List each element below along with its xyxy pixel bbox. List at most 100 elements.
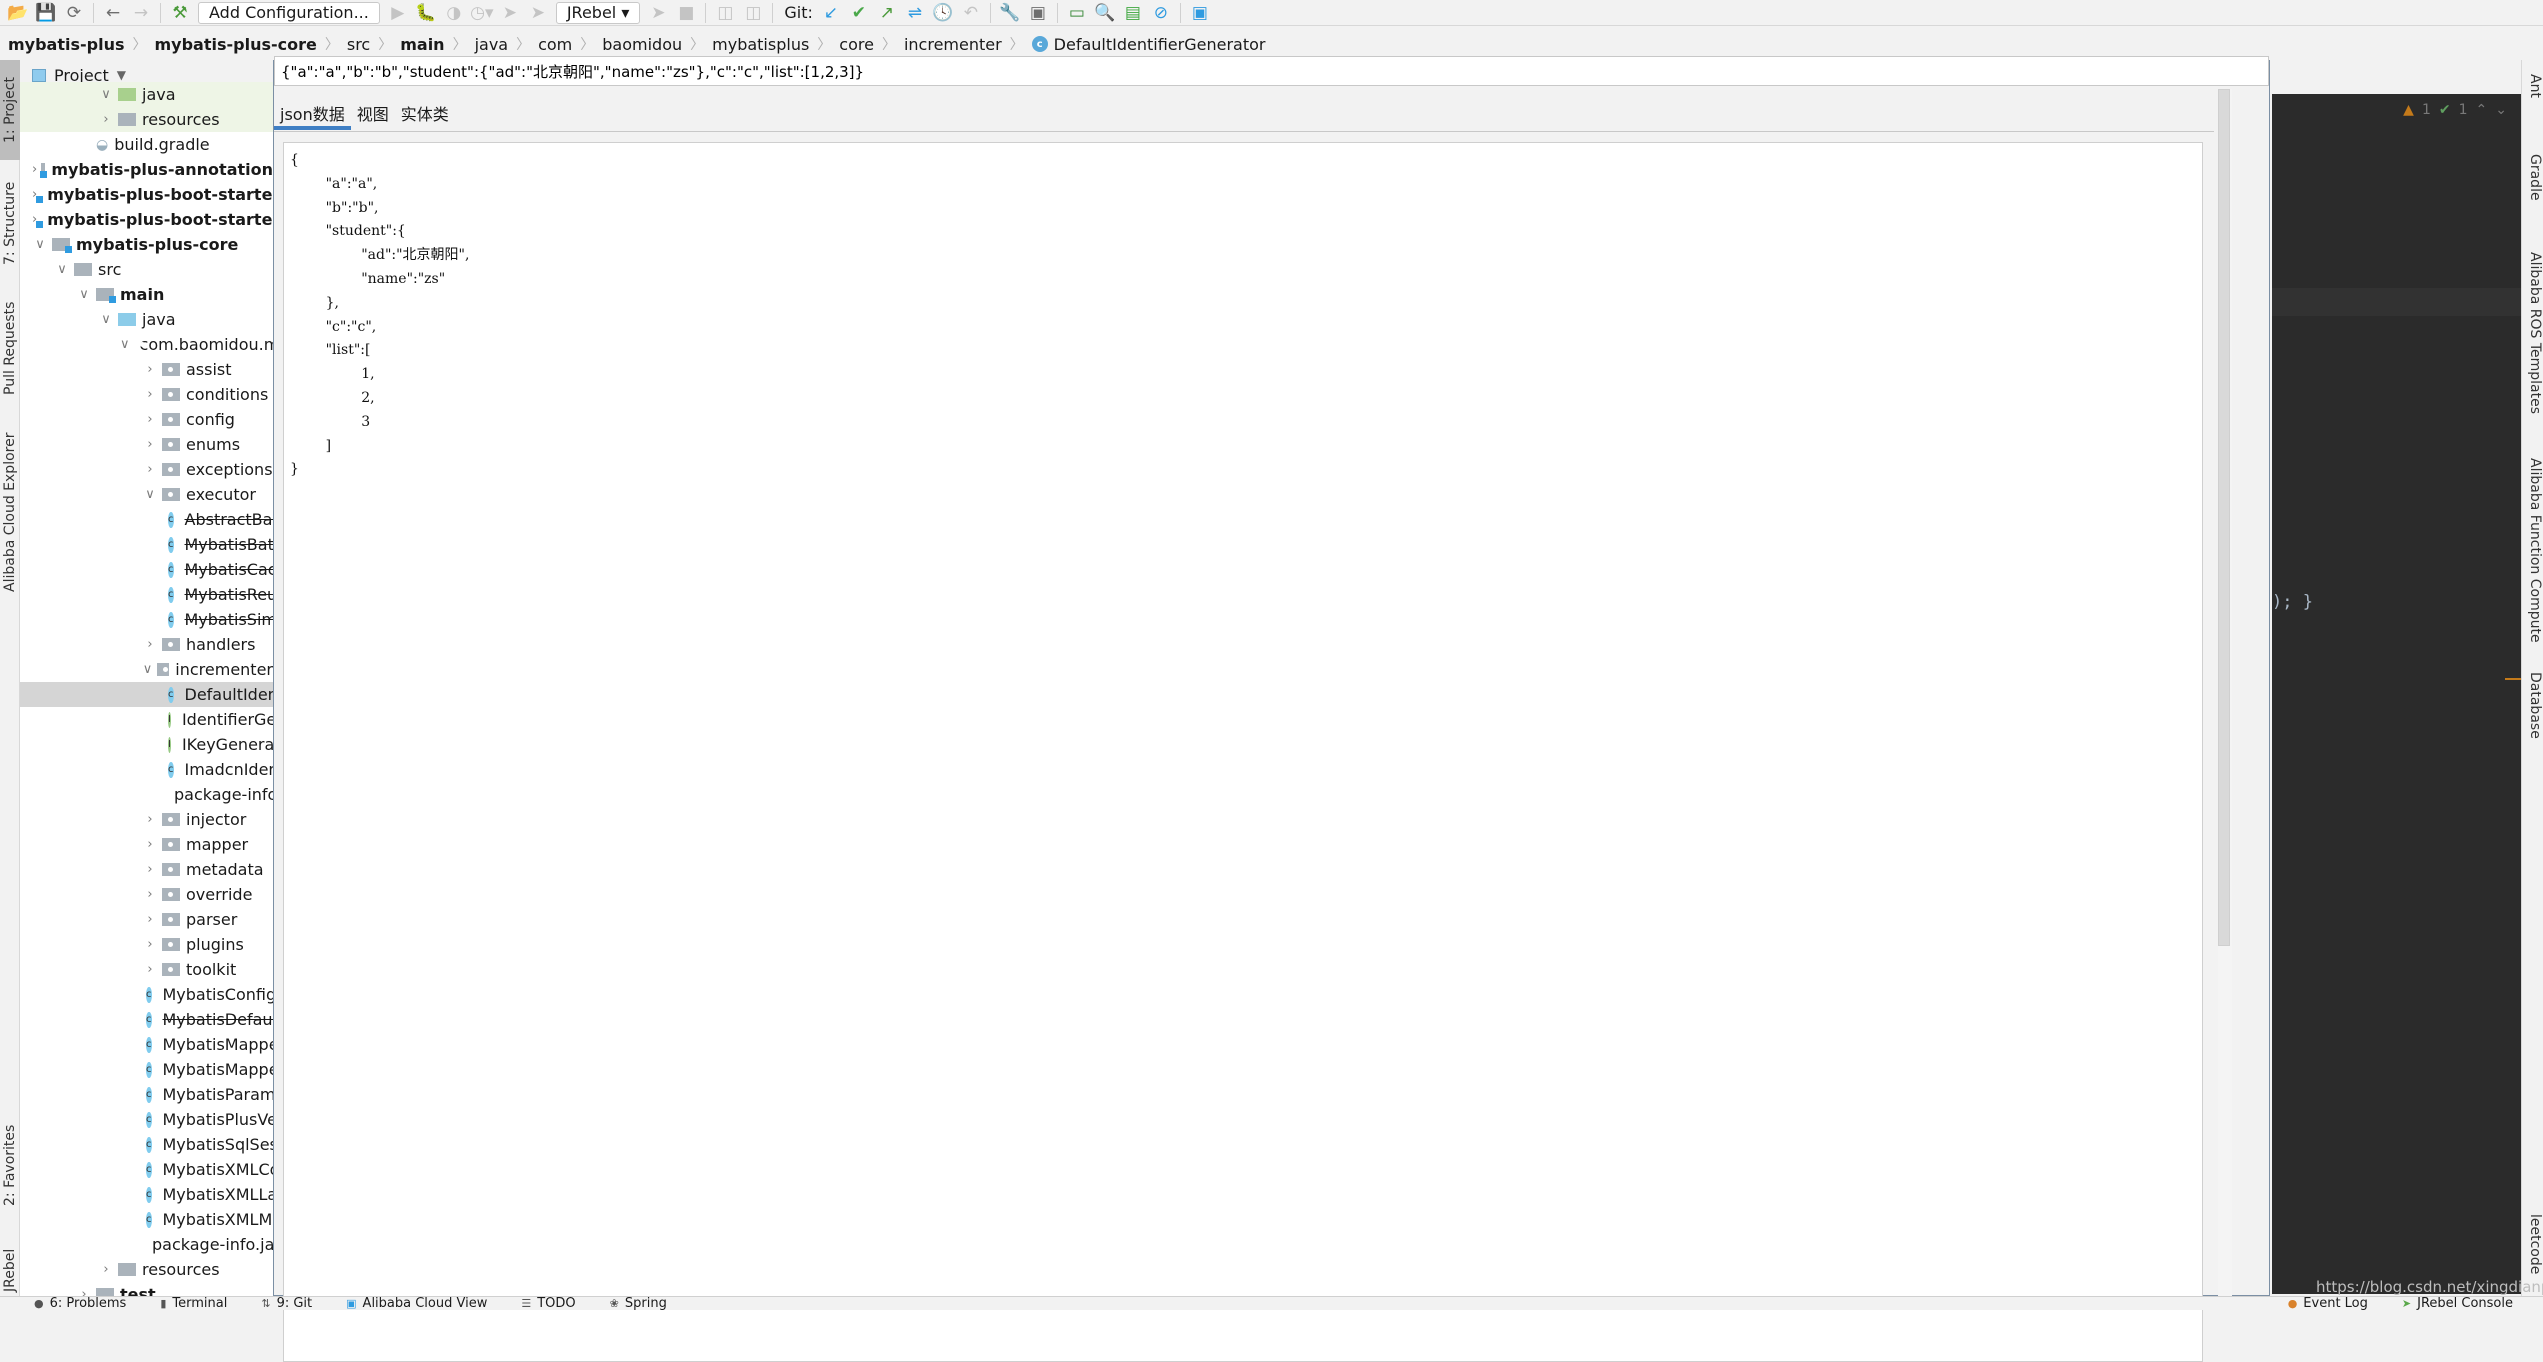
- git-history-icon[interactable]: 🕓: [929, 1, 957, 25]
- tree-item[interactable]: › mybatis-plus-boot-starter: [20, 182, 273, 207]
- stop-icon[interactable]: ■: [672, 1, 700, 25]
- tool-tab-database[interactable]: Database: [2523, 672, 2543, 739]
- open-folder-icon[interactable]: 📂: [4, 1, 32, 25]
- tree-item[interactable]: c MybatisBatchExecutor: [20, 532, 273, 557]
- tool-tab-pull-requests[interactable]: Pull Requests: [0, 288, 20, 408]
- tree-item[interactable]: ∨ src: [20, 257, 273, 282]
- debug-icon[interactable]: 🐛: [412, 1, 440, 25]
- chevron-down-icon[interactable]: ∨: [142, 662, 153, 677]
- chevron-right-icon[interactable]: ›: [142, 437, 158, 452]
- tree-item[interactable]: ∨ main: [20, 282, 273, 307]
- tool-tab-leetcode[interactable]: leetcode: [2523, 1214, 2543, 1274]
- tree-item[interactable]: › test: [20, 1282, 273, 1296]
- tool-tab-structure[interactable]: 7: Structure: [0, 168, 20, 278]
- git-update-icon[interactable]: ↙: [817, 1, 845, 25]
- spring-tab[interactable]: ❀ Spring: [610, 1297, 667, 1310]
- chevron-right-icon[interactable]: ›: [142, 912, 158, 927]
- add-configuration-button[interactable]: Add Configuration...: [198, 1, 380, 24]
- jrebel-icon[interactable]: ➤: [644, 1, 672, 25]
- tool-tab-gradle[interactable]: Gradle: [2523, 154, 2543, 201]
- breadcrumb-item[interactable]: DefaultIdentifierGenerator: [1054, 35, 1266, 54]
- tool-tab-alibaba-cloud-explorer[interactable]: Alibaba Cloud Explorer: [0, 422, 20, 602]
- tree-item[interactable]: c ImadcnIdentifierGenerator: [20, 757, 273, 782]
- chevron-right-icon[interactable]: ›: [142, 362, 158, 377]
- tool-tab-favorites[interactable]: 2: Favorites: [0, 1100, 20, 1230]
- chevron-down-icon[interactable]: ∨: [32, 237, 48, 252]
- tree-item[interactable]: ∨ executor: [20, 482, 273, 507]
- tree-item[interactable]: c DefaultIdentifierGenerator: [20, 682, 273, 707]
- breadcrumb-item[interactable]: mybatis-plus: [8, 35, 125, 54]
- tool-tab-alibaba-function-compute[interactable]: Alibaba Function Compute: [2523, 458, 2543, 643]
- todo-tab[interactable]: ☰ TODO: [521, 1297, 575, 1310]
- inspection-widget[interactable]: ▲ 1 ✔ 1 ⌃ ⌄: [2403, 102, 2507, 118]
- chevron-right-icon[interactable]: ›: [142, 412, 158, 427]
- code-editor[interactable]: ▲ 1 ✔ 1 ⌃ ⌄ ); }: [2272, 94, 2521, 1294]
- next-highlight-icon[interactable]: ⌄: [2495, 102, 2507, 118]
- tree-item[interactable]: c MybatisConfiguration: [20, 982, 273, 1007]
- tree-item[interactable]: c MybatisSimpleExecutor: [20, 607, 273, 632]
- chevron-down-icon[interactable]: ∨: [98, 87, 114, 102]
- git-merge-icon[interactable]: ⇌: [901, 1, 929, 25]
- tree-item[interactable]: c MybatisPlusVersion: [20, 1107, 273, 1132]
- sync-icon[interactable]: ⟳: [60, 1, 88, 25]
- tree-item[interactable]: c MybatisReuseExecutor: [20, 582, 273, 607]
- tree-item[interactable]: c MybatisCachingExecutor: [20, 557, 273, 582]
- tree-item[interactable]: package-info.java: [20, 782, 273, 807]
- tree-item[interactable]: › handlers: [20, 632, 273, 657]
- error-stripe-mark[interactable]: [2505, 678, 2521, 680]
- search-icon[interactable]: 🔍: [1091, 1, 1119, 25]
- tree-item[interactable]: c MybatisXMLConfigBuilder: [20, 1157, 273, 1182]
- json-input[interactable]: [274, 56, 2269, 86]
- chevron-right-icon[interactable]: ›: [142, 862, 158, 877]
- chevron-right-icon[interactable]: ›: [142, 937, 158, 952]
- chevron-down-icon[interactable]: ∨: [54, 262, 70, 277]
- tree-item[interactable]: › resources: [20, 107, 273, 132]
- chevron-right-icon[interactable]: ›: [32, 162, 37, 177]
- tree-item[interactable]: › enums: [20, 432, 273, 457]
- tree-item[interactable]: ∨ java: [20, 307, 273, 332]
- chevron-down-icon[interactable]: ∨: [98, 312, 114, 327]
- run-config-select[interactable]: JRebel ▾: [555, 1, 641, 24]
- tree-item[interactable]: c MybatisMapperRegistry: [20, 1057, 273, 1082]
- save-icon[interactable]: 💾: [32, 1, 60, 25]
- build-hammer-icon[interactable]: ⚒: [166, 1, 194, 25]
- profile-icon[interactable]: ◷▾: [468, 1, 496, 25]
- tree-item[interactable]: ∨ mybatis-plus-core: [20, 232, 273, 257]
- tree-item[interactable]: › parser: [20, 907, 273, 932]
- chevron-right-icon[interactable]: ›: [142, 837, 158, 852]
- alibaba-cloud-view-tab[interactable]: ▣ Alibaba Cloud View: [346, 1297, 487, 1310]
- tree-item[interactable]: › assist: [20, 357, 273, 382]
- chevron-right-icon[interactable]: ›: [142, 462, 158, 477]
- back-icon[interactable]: ←: [99, 1, 127, 25]
- chevron-right-icon[interactable]: ›: [142, 637, 158, 652]
- git-tab[interactable]: ⇅ 9: Git: [261, 1297, 312, 1310]
- tree-item[interactable]: ∨ com.baomidou.mybatisplus.core: [20, 332, 273, 357]
- tree-item[interactable]: c MybatisXMLMapperBuilder: [20, 1207, 273, 1232]
- tree-item[interactable]: ∨ java: [20, 82, 273, 107]
- chevron-down-icon[interactable]: ∨: [76, 287, 92, 302]
- tab-entity-class[interactable]: 实体类: [395, 99, 455, 127]
- breadcrumb-item[interactable]: main: [400, 35, 444, 54]
- forward-icon[interactable]: →: [127, 1, 155, 25]
- project-structure-icon[interactable]: ▣: [1024, 1, 1052, 25]
- settings-wrench-icon[interactable]: 🔧: [996, 1, 1024, 25]
- tree-item[interactable]: c MybatisSqlSessionFactoryBuilder: [20, 1132, 273, 1157]
- breadcrumb-item[interactable]: src: [347, 35, 370, 54]
- chevron-right-icon[interactable]: ›: [98, 1262, 114, 1277]
- tree-item[interactable]: c MybatisMapperAnnotationBuilder: [20, 1032, 273, 1057]
- tree-item[interactable]: I IKeyGenerator: [20, 732, 273, 757]
- breadcrumb-item[interactable]: java: [475, 35, 509, 54]
- tool-tab-jrebel[interactable]: JRebel: [0, 1240, 20, 1300]
- coverage-icon[interactable]: ◑: [440, 1, 468, 25]
- formatted-json-editor[interactable]: { "a":"a", "b":"b", "student":{ "ad":"北京…: [283, 142, 2203, 1362]
- chevron-right-icon[interactable]: ›: [142, 387, 158, 402]
- jrebel-run-icon[interactable]: ➤: [496, 1, 524, 25]
- git-rollback-icon[interactable]: ↶: [957, 1, 985, 25]
- chevron-right-icon[interactable]: ›: [98, 112, 114, 127]
- tree-item[interactable]: › injector: [20, 807, 273, 832]
- chevron-right-icon[interactable]: ›: [142, 962, 158, 977]
- tree-item[interactable]: I IdentifierGenerator: [20, 707, 273, 732]
- tool-tab-alibaba-ros[interactable]: Alibaba ROS Templates: [2523, 252, 2543, 414]
- sdk-icon[interactable]: ◫: [739, 1, 767, 25]
- tool-tab-project[interactable]: 1: Project: [0, 60, 20, 160]
